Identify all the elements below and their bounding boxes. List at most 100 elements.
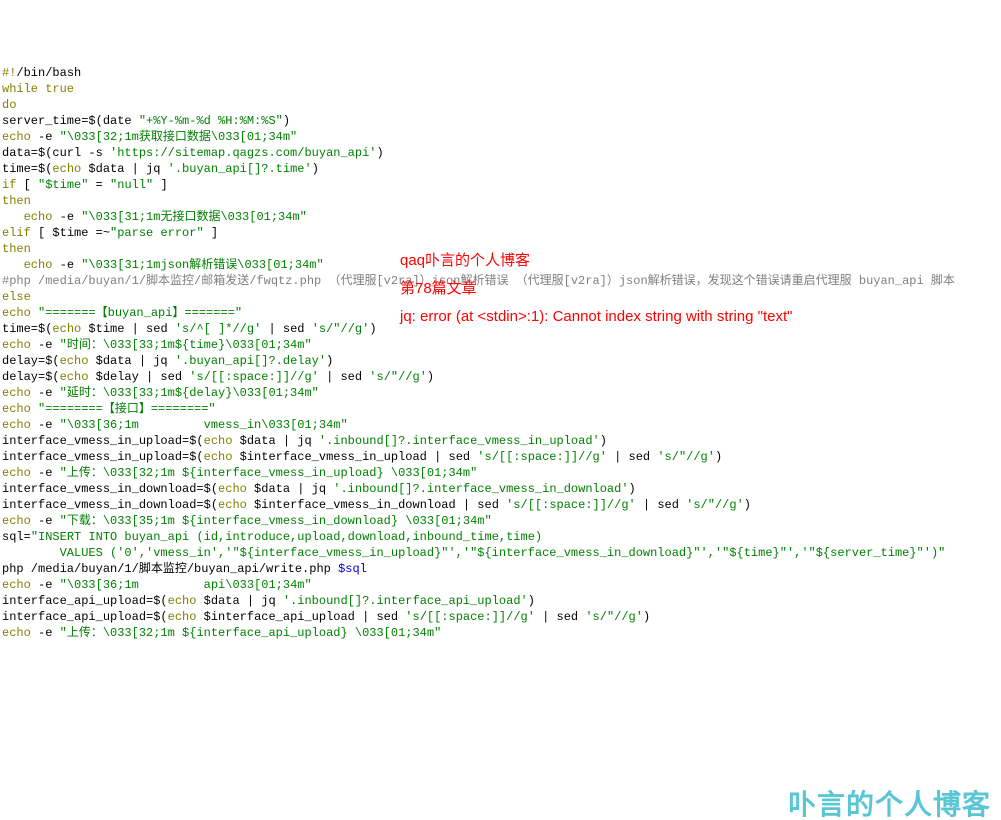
code-token: | sed [607,450,657,464]
code-token: "延时：\033[33;1m${delay}\033[01;34m" [60,386,319,400]
code-line: echo -e "\033[31;1m无接口数据\033[01;34m" [2,209,999,225]
code-token: delay=$( [2,370,60,384]
code-line: echo -e "\033[32;1m获取接口数据\033[01;34m" [2,129,999,145]
code-line: delay=$(echo $delay | sed 's/[[:space:]]… [2,369,999,385]
code-token: echo [218,482,247,496]
code-token: $time | sed [81,322,175,336]
code-token: echo [204,434,233,448]
code-token: '.buyan_api[]?.time' [168,162,312,176]
code-token: $interface_vmess_in_upload | sed [232,450,477,464]
code-token: $delay | sed [88,370,189,384]
code-token: time=$( [2,322,52,336]
overlay-blog-title: qaq卟言的个人博客 [400,253,530,269]
code-token: "上传：\033[32;1m ${interface_api_upload} \… [60,626,442,640]
code-line: interface_vmess_in_upload=$(echo $interf… [2,449,999,465]
code-line: elif [ $time =~"parse error" ] [2,225,999,241]
code-token: interface_api_upload=$( [2,610,168,624]
code-token: "========【接口】========" [38,402,216,416]
code-token: -e [31,466,60,480]
code-token: $interface_api_upload | sed [196,610,405,624]
code-token: "上传：\033[32;1m ${interface_vmess_in_uplo… [60,466,478,480]
code-token: | sed [636,498,686,512]
code-token: do [2,98,16,112]
code-token: ) [283,114,290,128]
code-token: echo [60,354,89,368]
code-token: "$time" [38,178,88,192]
code-token: 's/"//g' [312,322,370,336]
code-token: then [2,242,31,256]
code-token: "null" [110,178,153,192]
code-token: "\033[31;1m无接口数据\033[01;34m" [81,210,307,224]
code-line: #!/bin/bash [2,65,999,81]
code-token: -e [31,626,60,640]
code-token: "\033[32;1m获取接口数据\033[01;34m" [60,130,298,144]
code-token: echo [2,514,31,528]
code-token: interface_api_upload=$( [2,594,168,608]
code-token: $data | jq [81,162,167,176]
code-line: echo "========【接口】========" [2,401,999,417]
code-token: | sed [535,610,585,624]
code-token: echo [2,130,31,144]
code-token: | sed [261,322,311,336]
code-token: -e [31,338,60,352]
code-token: echo [168,610,197,624]
code-token: "+%Y-%m-%d %H:%M:%S" [139,114,283,128]
code-token [31,402,38,416]
code-token: echo [168,594,197,608]
watermark-logo: 卟言的个人博客 [788,797,991,813]
code-line: VALUES ('0','vmess_in','"${interface_vme… [2,545,999,561]
code-token: #! [2,66,16,80]
code-token: data=$(curl -s [2,146,110,160]
code-token: 'https://sitemap.qagzs.com/buyan_api' [110,146,376,160]
code-token: ) [600,434,607,448]
code-token: time=$( [2,162,52,176]
code-token: interface_vmess_in_download=$( [2,482,218,496]
code-token: #php /media/buyan/1/脚本监控/邮箱发送/fwqtz.php … [2,274,955,288]
code-token: echo [2,306,31,320]
code-token: -e [31,578,60,592]
code-token: ) [427,370,434,384]
code-token: echo [52,322,81,336]
code-token: "parse error" [110,226,204,240]
code-line: data=$(curl -s 'https://sitemap.qagzs.co… [2,145,999,161]
code-token: "下载：\033[35;1m ${interface_vmess_in_down… [60,514,492,528]
code-token: echo [2,418,31,432]
code-line: interface_vmess_in_download=$(echo $inte… [2,497,999,513]
code-line: if [ "$time" = "null" ] [2,177,999,193]
code-token: [ $time =~ [31,226,110,240]
code-token: echo [204,450,233,464]
code-token: sql= [2,530,31,544]
code-line: interface_vmess_in_download=$(echo $data… [2,481,999,497]
code-line: echo -e "上传：\033[32;1m ${interface_api_u… [2,625,999,641]
code-token: echo [2,466,31,480]
code-token: = [88,178,110,192]
code-token: while true [2,82,74,96]
code-token: $data | jq [247,482,333,496]
code-line: echo -e "\033[36;1m vmess_in\033[01;34m" [2,417,999,433]
code-token: "\033[31;1mjson解析错误\033[01;34m" [81,258,323,272]
code-line: echo -e "延时：\033[33;1m${delay}\033[01;34… [2,385,999,401]
code-token: ) [369,322,376,336]
code-line: time=$(echo $data | jq '.buyan_api[]?.ti… [2,161,999,177]
code-token: '.inbound[]?.interface_api_upload' [283,594,528,608]
code-token [2,258,24,272]
code-token: $data | jq [196,594,282,608]
code-line: do [2,97,999,113]
code-token: 's/[[:space:]]//g' [189,370,319,384]
code-token: 's/^[ ]*//g' [175,322,261,336]
code-token: $interface_vmess_in_download | sed [247,498,506,512]
code-token: echo [24,210,53,224]
code-line: php /media/buyan/1/脚本监控/buyan_api/write.… [2,561,999,577]
code-line: echo -e "\033[36;1m api\033[01;34m" [2,577,999,593]
code-token: ) [629,482,636,496]
code-token: '.inbound[]?.interface_vmess_in_upload' [319,434,600,448]
code-token: '.buyan_api[]?.delay' [175,354,326,368]
code-token: ) [326,354,333,368]
code-token: $data | jq [232,434,318,448]
code-token: ) [715,450,722,464]
code-token: 's/"//g' [585,610,643,624]
code-token: else [2,290,31,304]
code-token: "\033[36;1m vmess_in\033[01;34m" [60,418,348,432]
code-token: ) [376,146,383,160]
code-line: while true [2,81,999,97]
